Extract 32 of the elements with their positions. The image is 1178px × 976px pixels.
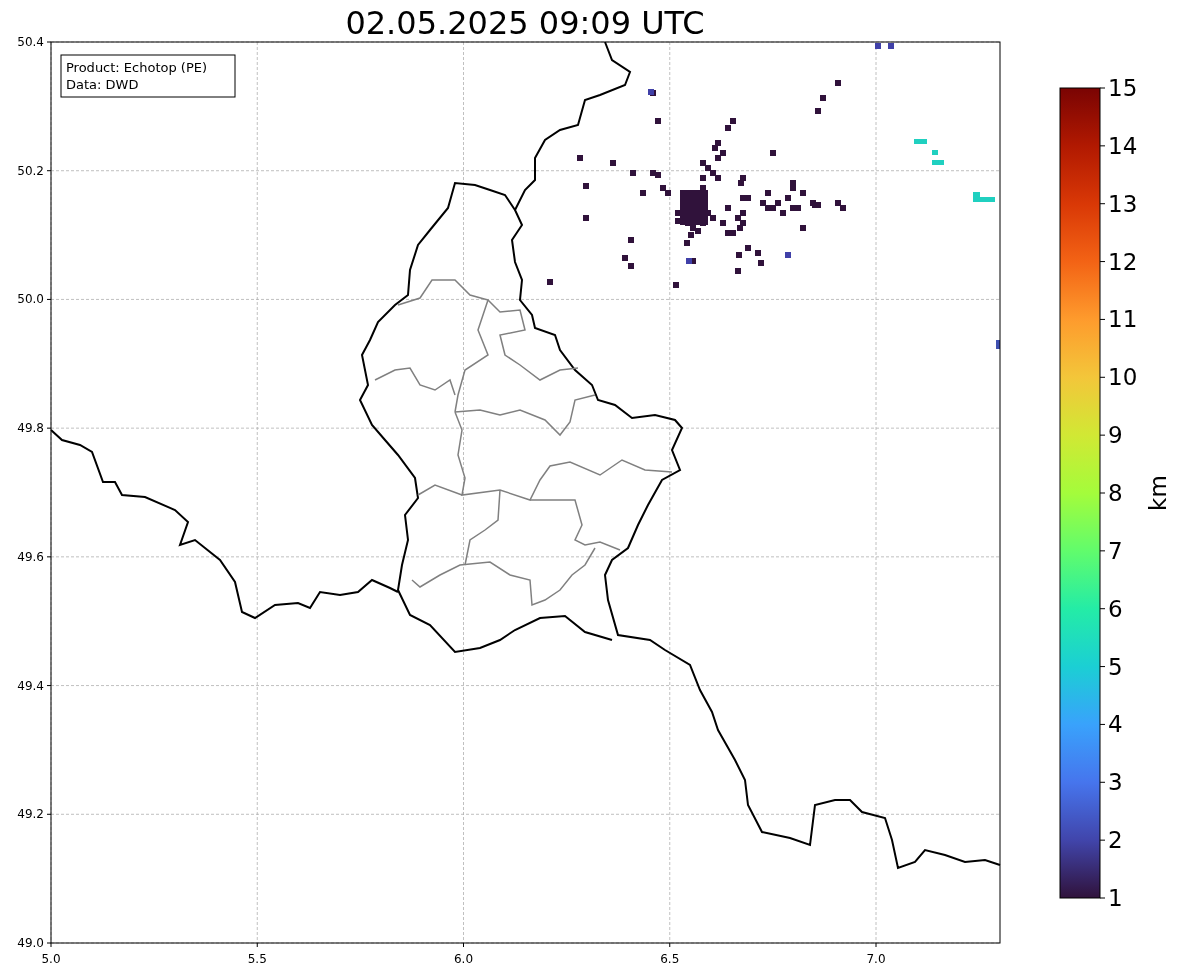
colorbar-tick-label: 1 — [1108, 885, 1123, 911]
colorbar-tick-label: 6 — [1108, 595, 1123, 622]
x-axis-tick-label: 7.0 — [866, 952, 886, 966]
colorbar-tick-label: 11 — [1108, 306, 1138, 333]
colorbar-label: km — [1145, 475, 1171, 511]
y-axis-tick-label: 50.4 — [17, 35, 44, 49]
colorbar-tick-label: 4 — [1108, 711, 1123, 738]
colorbar-tick-label: 5 — [1108, 653, 1123, 680]
y-axis-tick-label: 49.6 — [17, 549, 44, 564]
colorbar-tick-label: 7 — [1108, 537, 1123, 564]
chart-title: 02.05.2025 09:09 UTC — [345, 4, 705, 42]
info-text: Data: DWD — [66, 77, 139, 92]
y-axis-tick-label: 50.0 — [17, 292, 44, 307]
colorbar-tick-label: 10 — [1108, 364, 1138, 391]
y-axis-tick-label: 49.2 — [17, 807, 44, 822]
x-axis-tick-label: 5.5 — [247, 952, 267, 966]
colorbar-tick-label: 13 — [1108, 190, 1138, 217]
colorbar-tick-label: 8 — [1108, 480, 1123, 506]
colorbar-tick-label: 3 — [1108, 769, 1123, 796]
x-axis-tick-label: 6.0 — [453, 952, 474, 966]
y-axis-tick-label: 49.4 — [17, 678, 44, 693]
y-axis-tick-label: 49.8 — [17, 421, 44, 436]
colorbar-tick-label: 15 — [1108, 75, 1138, 101]
colorbar-tick-label: 2 — [1108, 827, 1123, 854]
colorbar-tick-label: 14 — [1108, 132, 1138, 159]
info-text: Product: Echotop (PE) — [66, 60, 208, 75]
y-axis-tick-label: 49.0 — [17, 936, 44, 950]
x-axis-tick-label: 6.5 — [660, 952, 680, 966]
colorbar-tick-label: 12 — [1108, 248, 1138, 275]
colorbar-tick-label: 9 — [1108, 422, 1123, 449]
x-axis-tick-label: 5.0 — [41, 952, 61, 966]
y-axis-tick-label: 50.2 — [17, 163, 44, 178]
